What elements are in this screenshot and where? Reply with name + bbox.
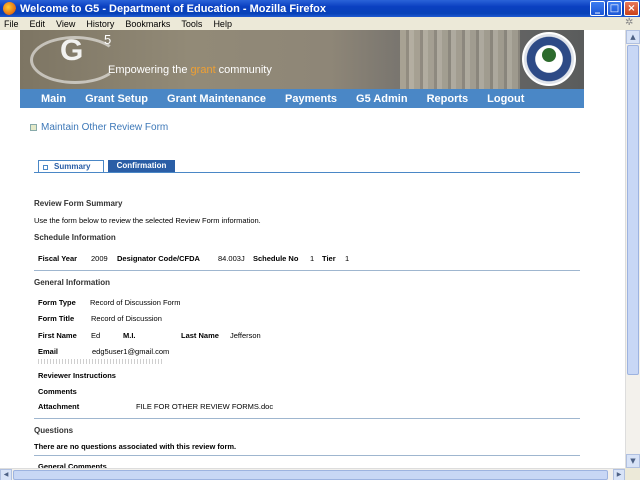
minimize-button[interactable]: _ xyxy=(590,1,605,16)
scroll-right-arrow-icon[interactable]: ▶ xyxy=(613,469,625,480)
page-title-text: Maintain Other Review Form xyxy=(41,122,169,133)
first-name-value: Ed xyxy=(91,331,101,340)
summary-intro: Use the form below to review the selecte… xyxy=(34,216,261,225)
vertical-scroll-thumb[interactable] xyxy=(627,45,639,375)
nav-grant-setup[interactable]: Grant Setup xyxy=(85,93,148,105)
designator-value: 84.003J xyxy=(218,254,245,263)
form-title-value: Record of Discussion xyxy=(91,314,162,323)
library-shelves-image xyxy=(400,30,520,89)
nav-g5-admin[interactable]: G5 Admin xyxy=(356,93,408,105)
tagline-grant: grant xyxy=(190,64,216,76)
menu-tools[interactable]: Tools xyxy=(181,19,202,29)
firefox-icon xyxy=(3,2,16,15)
form-type-label: Form Type xyxy=(38,298,76,307)
tagline-text: Empowering the xyxy=(108,64,191,76)
attachment-link[interactable]: FILE FOR OTHER REVIEW FORMS.doc xyxy=(136,402,273,411)
schedule-no-value: 1 xyxy=(310,254,315,263)
page-title: Maintain Other Review Form xyxy=(30,122,168,133)
divider xyxy=(34,455,580,456)
nav-payments[interactable]: Payments xyxy=(285,93,337,105)
form-title-label: Form Title xyxy=(38,314,75,323)
throbber-icon: ✲ xyxy=(625,17,634,28)
department-seal-icon xyxy=(522,32,576,86)
maximize-button[interactable]: □ xyxy=(607,1,622,16)
first-name-label: First Name xyxy=(38,331,77,340)
scroll-down-arrow-icon[interactable]: ▼ xyxy=(626,454,640,468)
dotted-separator xyxy=(38,359,164,364)
summary-heading: Review Form Summary xyxy=(34,199,123,208)
resize-grip xyxy=(625,468,640,480)
comments-label: Comments xyxy=(38,387,77,396)
window-title-bar[interactable]: Welcome to G5 - Department of Education … xyxy=(0,0,640,17)
email-value: edg5user1@gmail.com xyxy=(92,347,170,356)
menu-bar: File Edit View History Bookmarks Tools H… xyxy=(0,17,640,30)
fiscal-year-value: 2009 xyxy=(91,254,108,263)
g5-banner: G 5 Empowering the grant community xyxy=(20,30,584,89)
tab-bullet-icon xyxy=(43,164,48,170)
seal-tree xyxy=(542,48,556,62)
reviewer-instructions-label: Reviewer Instructions xyxy=(38,371,116,380)
scroll-up-arrow-icon[interactable]: ▲ xyxy=(626,30,640,44)
title-bullet-icon xyxy=(30,124,37,131)
menu-bookmarks[interactable]: Bookmarks xyxy=(125,19,170,29)
menu-history[interactable]: History xyxy=(86,19,114,29)
tab-divider xyxy=(34,172,580,173)
window-title: Welcome to G5 - Department of Education … xyxy=(20,2,326,15)
main-nav: Main Grant Setup Grant Maintenance Payme… xyxy=(20,89,584,108)
vertical-scrollbar[interactable]: ▲ ▼ xyxy=(625,30,640,468)
g5-logo-superscript: 5 xyxy=(104,32,112,47)
horizontal-scroll-thumb[interactable] xyxy=(13,470,608,480)
questions-heading: Questions xyxy=(34,426,74,435)
close-button[interactable]: × xyxy=(624,1,639,16)
nav-grant-maintenance[interactable]: Grant Maintenance xyxy=(167,93,266,105)
last-name-value: Jefferson xyxy=(230,331,261,340)
nav-logout[interactable]: Logout xyxy=(487,93,524,105)
horizontal-scrollbar[interactable]: ◀ ▶ xyxy=(0,468,625,480)
scroll-left-arrow-icon[interactable]: ◀ xyxy=(0,469,12,480)
schedule-no-label: Schedule No xyxy=(253,254,299,263)
fiscal-year-label: Fiscal Year xyxy=(38,254,78,263)
nav-main[interactable]: Main xyxy=(41,93,66,105)
divider xyxy=(34,418,580,419)
designator-label: Designator Code/CFDA xyxy=(117,254,200,263)
tagline-text-end: community xyxy=(215,64,272,76)
g5-logo: G xyxy=(60,34,84,67)
email-label: Email xyxy=(38,347,59,356)
tier-label: Tier xyxy=(322,254,336,263)
menu-help[interactable]: Help xyxy=(213,19,232,29)
banner-tagline: Empowering the grant community xyxy=(108,64,272,76)
attachment-label: Attachment xyxy=(38,402,80,411)
menu-view[interactable]: View xyxy=(56,19,75,29)
last-name-label: Last Name xyxy=(181,331,219,340)
divider xyxy=(34,270,580,271)
nav-reports[interactable]: Reports xyxy=(427,93,469,105)
schedule-heading: Schedule Information xyxy=(34,233,116,242)
form-type-value: Record of Discussion Form xyxy=(90,298,181,307)
mi-label: M.I. xyxy=(123,331,136,340)
questions-message: There are no questions associated with t… xyxy=(34,442,237,451)
menu-file[interactable]: File xyxy=(4,19,19,29)
menu-edit[interactable]: Edit xyxy=(30,19,46,29)
general-heading: General Information xyxy=(34,278,111,287)
tier-value: 1 xyxy=(345,254,350,263)
